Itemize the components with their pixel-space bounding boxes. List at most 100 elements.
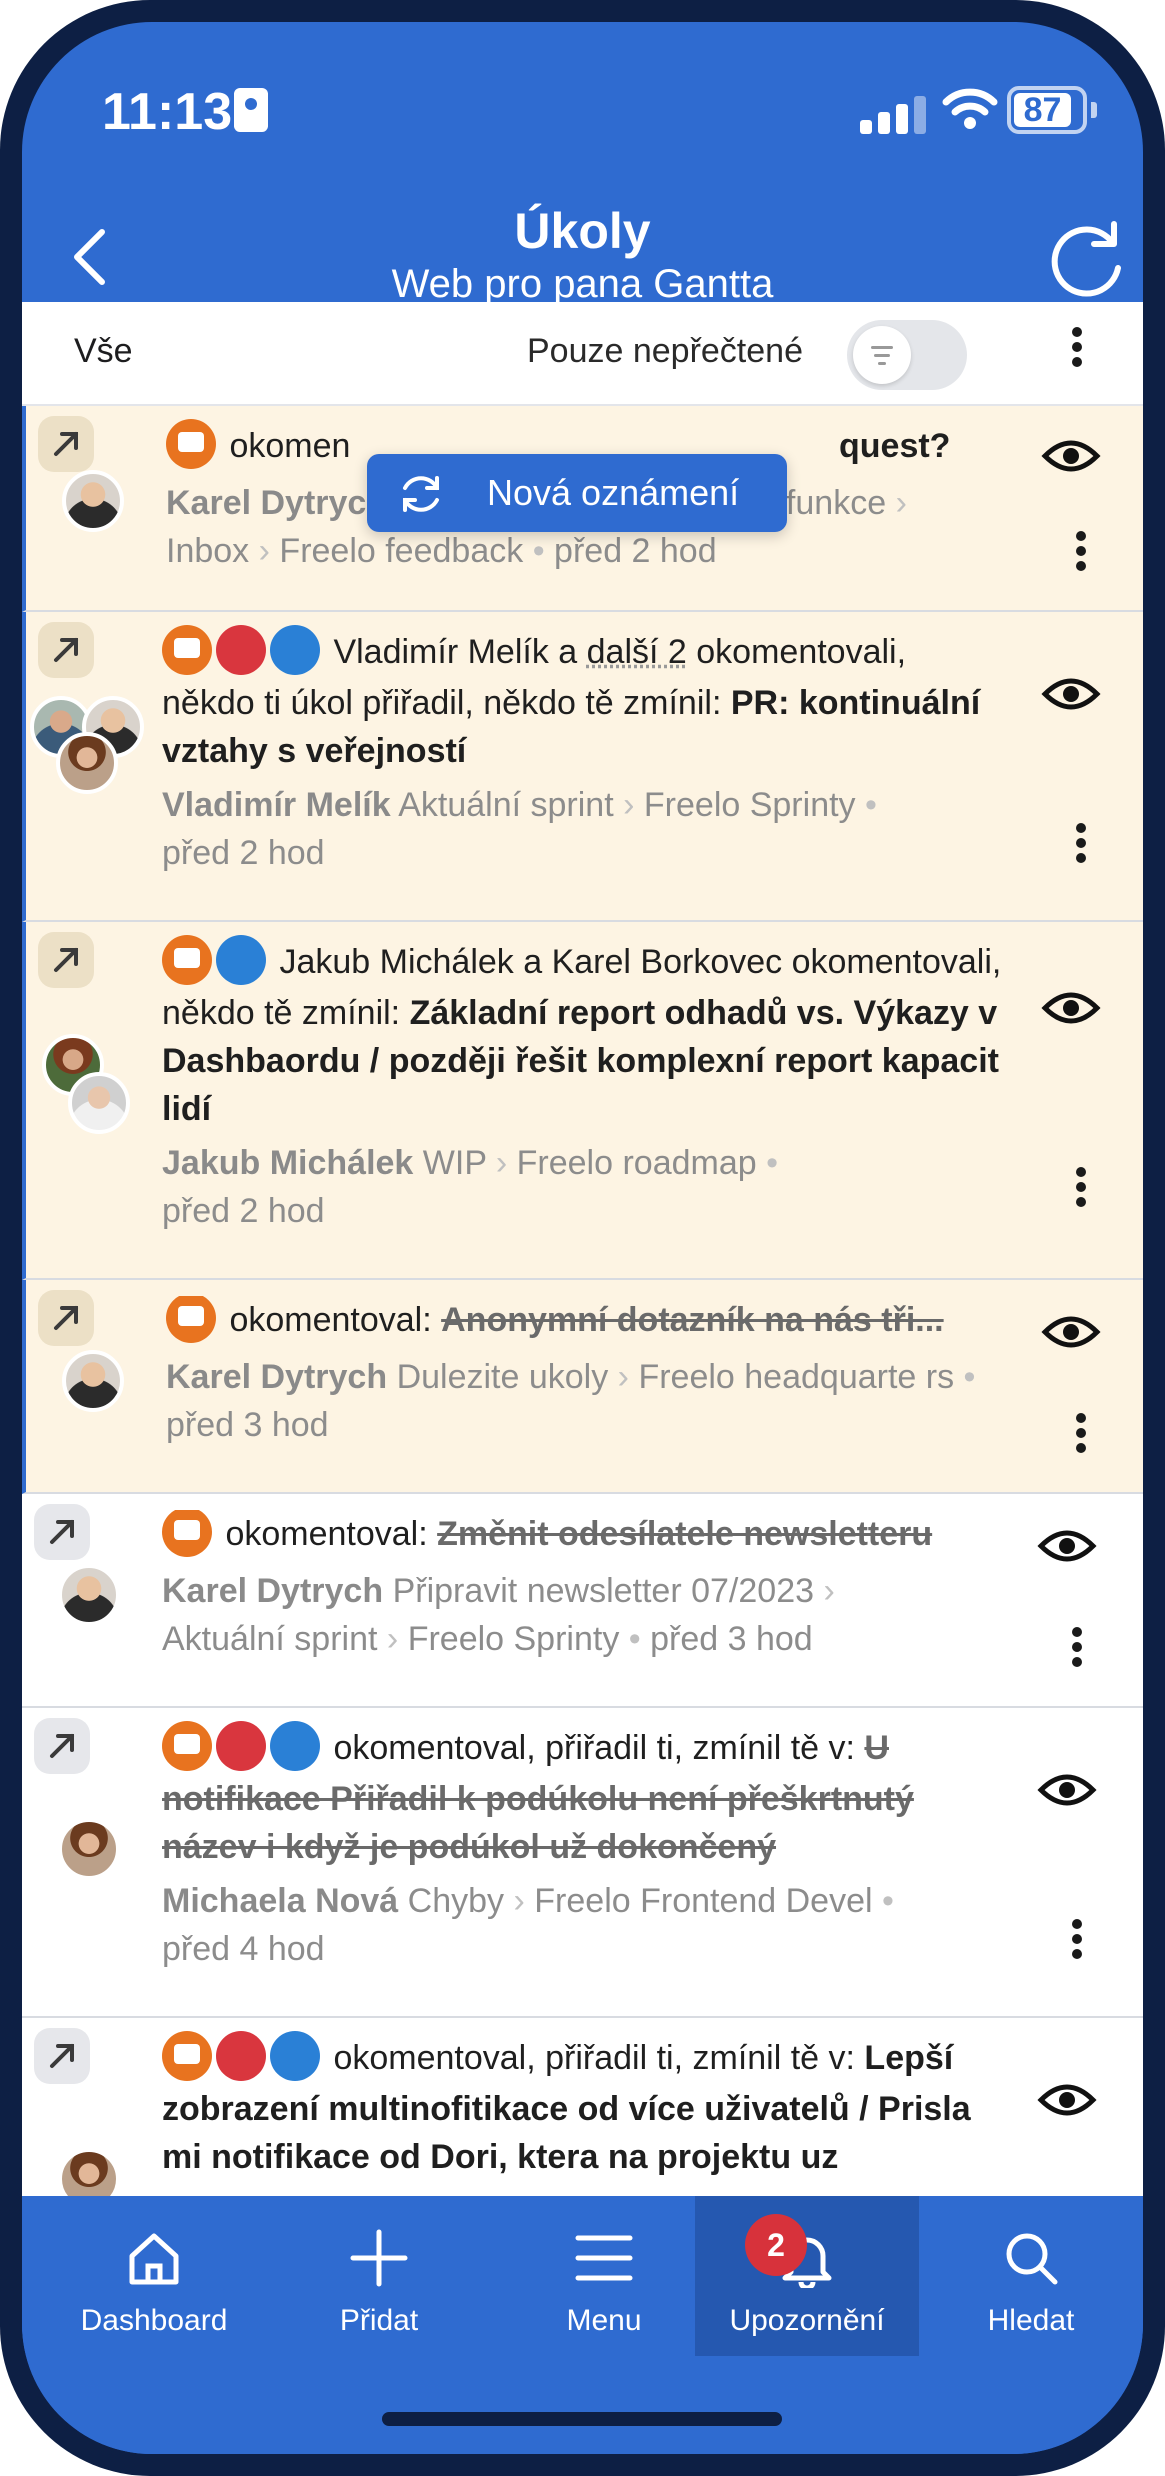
notification-list-link[interactable]: Chyby (408, 1882, 504, 1920)
home-indicator (382, 2412, 782, 2426)
notification-list: okomen quest? Karel Dytrych Sběr Feedbac… (22, 406, 1143, 2196)
mark-read-eye-icon[interactable] (1041, 1310, 1101, 1354)
row-more-button[interactable] (1066, 1408, 1096, 1472)
wifi-icon (942, 88, 998, 129)
notification-task[interactable]: Anonymní dotazník na nás tři... (441, 1301, 944, 1339)
notification-author: Karel Dytrych (166, 484, 388, 523)
mention-flag-icon (216, 935, 266, 986)
notification-text: Vladimír Melík a (333, 633, 587, 671)
avatar (58, 1564, 120, 1626)
new-notifications-toast[interactable]: Nová oznámení (367, 454, 787, 532)
open-link-button[interactable] (38, 622, 94, 678)
search-icon (1006, 2233, 1058, 2285)
avatar (58, 1818, 120, 1880)
notification-list-link[interactable]: Inbox (166, 532, 249, 570)
notification-count-badge: 2 (745, 2214, 807, 2276)
notification-item[interactable]: Vladimír Melík a další 2 okomentovali, n… (22, 612, 1143, 922)
avatar (56, 732, 118, 794)
open-link-button[interactable] (38, 416, 94, 472)
refresh-button[interactable] (1042, 212, 1132, 302)
nav-menu[interactable]: Menu (492, 2196, 716, 2356)
nav-notifications[interactable]: 2 Upozornění (695, 2196, 919, 2356)
notification-project-link[interactable]: Freelo Frontend Devel (534, 1882, 872, 1920)
notification-item[interactable]: okomentoval, přiřadil ti, zmínil tě v: L… (22, 2018, 1143, 2196)
comment-icon (166, 1296, 216, 1344)
notification-project-link[interactable]: Freelo headquarte rs (638, 1358, 954, 1396)
assign-arrow-icon (216, 2031, 266, 2082)
mark-read-eye-icon[interactable] (1037, 1768, 1097, 1812)
notification-author: Karel Dytrych (162, 1572, 384, 1611)
notification-item[interactable]: okomentoval: Změnit odesílatele newslett… (22, 1494, 1143, 1708)
row-more-button[interactable] (1066, 526, 1096, 590)
project-subtitle: Web pro pana Gantta (391, 262, 774, 306)
notification-list-link[interactable]: Dulezite ukoly (397, 1358, 609, 1396)
page-title: Úkoly (514, 203, 651, 259)
notification-list-link[interactable]: Aktuální sprint (162, 1620, 377, 1658)
comment-icon (166, 419, 216, 470)
nav-dashboard[interactable]: Dashboard (42, 2196, 266, 2356)
notification-item[interactable]: Jakub Michálek a Karel Borkovec okomento… (22, 922, 1143, 1280)
nav-label: Hledat (987, 2304, 1075, 2337)
comment-icon (162, 2031, 212, 2082)
open-link-button[interactable] (38, 1290, 94, 1346)
filter-bar: Vše Pouze nepřečtené (22, 302, 1143, 406)
notification-text: okomentoval, přiřadil ti, zmínil tě v: (333, 1729, 865, 1767)
app-screen: 11:13 87 Úkoly Web pro pana Gantta Vše P… (22, 22, 1143, 2454)
row-more-button[interactable] (1062, 1914, 1092, 1978)
nav-label: Upozornění (729, 2304, 885, 2337)
open-link-button[interactable] (34, 2028, 90, 2084)
notification-project-link[interactable]: Freelo Sprinty (644, 786, 856, 824)
notification-list-link[interactable]: Aktuální sprint (398, 786, 613, 824)
assign-arrow-icon (216, 1721, 266, 1772)
notification-author: Karel Dytrych (166, 1358, 388, 1397)
comment-icon (162, 1721, 212, 1772)
nav-add[interactable]: Přidat (267, 2196, 491, 2356)
row-more-button[interactable] (1066, 1162, 1096, 1226)
mark-read-eye-icon[interactable] (1041, 986, 1101, 1030)
mark-read-eye-icon[interactable] (1041, 434, 1101, 478)
open-link-button[interactable] (38, 932, 94, 988)
notification-text: okomentoval: (229, 1301, 442, 1339)
notification-item[interactable]: okomentoval: Anonymní dotazník na nás tř… (22, 1280, 1143, 1494)
home-icon (129, 2233, 179, 2285)
open-link-button[interactable] (34, 1504, 90, 1560)
notification-time: před 3 hod (166, 1406, 329, 1445)
toast-label: Nová oznámení (487, 472, 740, 513)
avatar (62, 470, 124, 532)
notification-task: quest? (839, 427, 951, 465)
nav-search[interactable]: Hledat (919, 2196, 1143, 2356)
avatar (68, 1072, 130, 1134)
mark-read-eye-icon[interactable] (1041, 672, 1101, 716)
refresh-icon (403, 476, 439, 512)
status-time: 11:13 (102, 83, 233, 141)
notification-list-link[interactable]: WIP (423, 1144, 487, 1182)
filter-all-tab[interactable]: Vše (74, 332, 133, 371)
comment-icon (162, 1510, 212, 1558)
battery-tip (1091, 102, 1097, 118)
unread-only-toggle[interactable] (847, 320, 967, 390)
notification-project-link[interactable]: Freelo feedback (279, 532, 523, 570)
notification-item[interactable]: okomentoval, přiřadil ti, zmínil tě v: U… (22, 1708, 1143, 2018)
mark-read-eye-icon[interactable] (1037, 1524, 1097, 1568)
comment-icon (162, 935, 212, 986)
more-users-link[interactable]: další 2 (587, 633, 687, 671)
open-link-button[interactable] (34, 1718, 90, 1774)
plus-icon (350, 2229, 408, 2287)
signal-icon (860, 94, 930, 134)
mark-read-eye-icon[interactable] (1037, 2078, 1097, 2122)
assign-arrow-icon (216, 625, 266, 676)
notification-project-link[interactable]: Freelo Sprinty (408, 1620, 620, 1658)
notification-project-link[interactable]: Freelo roadmap (517, 1144, 757, 1182)
notification-text: okomen (229, 427, 351, 465)
notification-task[interactable]: Změnit odesílatele newsletteru (437, 1515, 932, 1553)
phone-frame: 11:13 87 Úkoly Web pro pana Gantta Vše P… (0, 0, 1165, 2476)
row-more-button[interactable] (1062, 1622, 1092, 1686)
avatar (58, 2148, 120, 2196)
row-more-button[interactable] (1066, 818, 1096, 882)
nav-label: Dashboard (80, 2304, 228, 2337)
notification-task-link[interactable]: Připravit newsletter 07/2023 (393, 1572, 814, 1610)
filter-icon (853, 326, 911, 384)
more-options-button[interactable] (1062, 322, 1092, 386)
comment-icon (162, 625, 212, 676)
battery-icon: 87 (1007, 86, 1087, 134)
